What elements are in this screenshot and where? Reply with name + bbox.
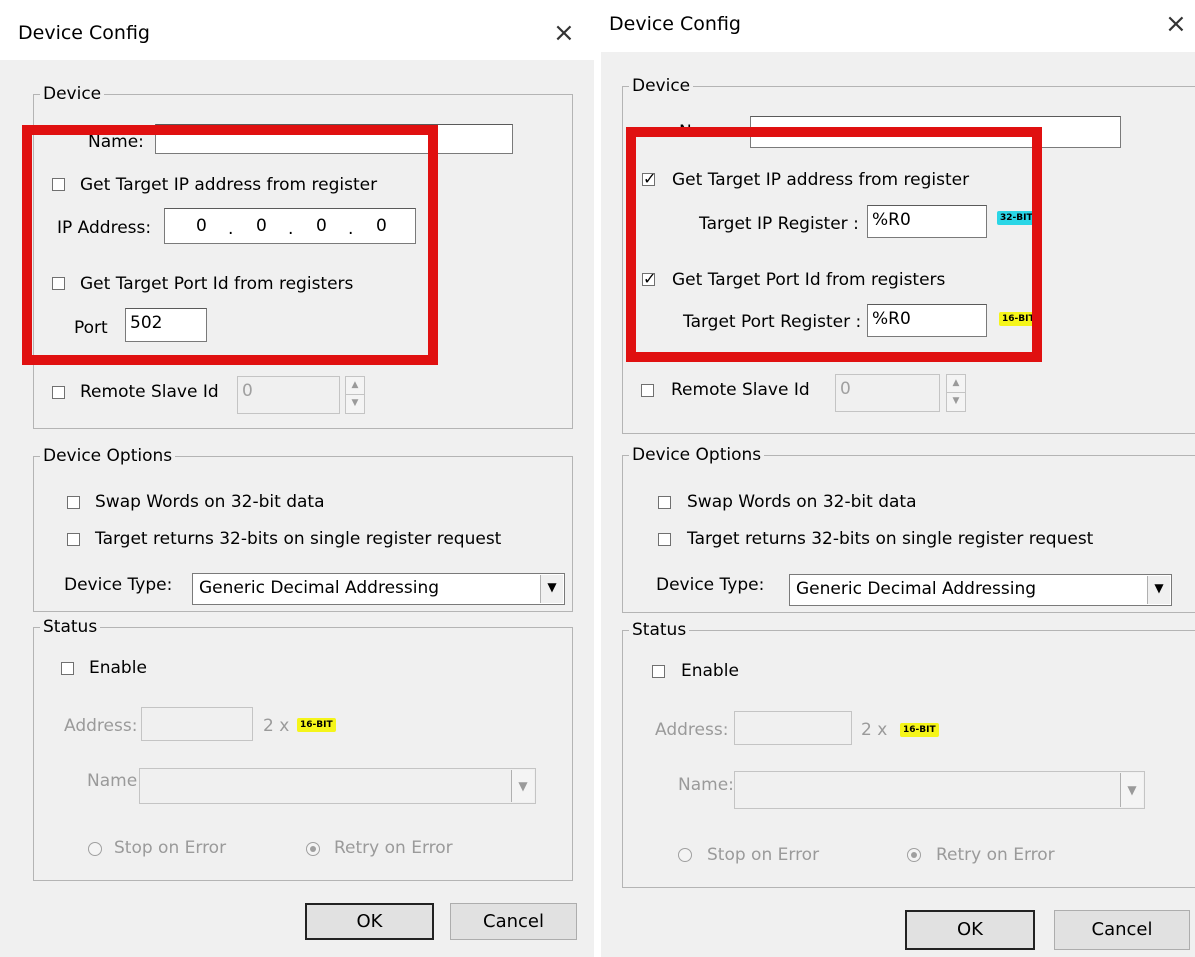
dialog-title: Device Config [609, 13, 741, 35]
ok-button[interactable]: OK [305, 903, 434, 940]
device-config-dialog-left: Device Config × Device Name: Get Target … [0, 0, 594, 957]
spin-up-icon[interactable]: ▲ [947, 375, 965, 393]
close-icon[interactable]: × [1165, 11, 1187, 37]
cancel-button[interactable]: Cancel [450, 903, 577, 940]
device-config-dialog-right: Device Config × Device Name: ✓ Get Targe… [601, 0, 1195, 957]
spin-down-icon[interactable]: ▼ [346, 395, 364, 413]
device-options-legend: Device Options [632, 445, 762, 465]
stop-on-error-radio[interactable] [678, 848, 692, 862]
remote-slave-input[interactable]: 0 [835, 374, 940, 412]
device-type-select[interactable]: Generic Decimal Addressing ▼ [789, 574, 1172, 606]
status-16bit-badge: 16-BIT [297, 718, 336, 732]
remote-slave-input[interactable]: 0 [237, 376, 340, 414]
device-type-select[interactable]: Generic Decimal Addressing ▼ [192, 573, 565, 605]
dropdown-arrow-icon[interactable]: ▼ [1147, 576, 1170, 604]
status-address-input[interactable] [734, 711, 852, 745]
dropdown-arrow-icon[interactable]: ▼ [1120, 773, 1143, 807]
remote-slave-spinner[interactable]: ▲ ▼ [946, 374, 966, 412]
stop-on-error-label: Stop on Error [114, 838, 227, 858]
device-type-value: Generic Decimal Addressing [796, 579, 1037, 599]
highlight-box [22, 125, 438, 365]
swap-words-label: Swap Words on 32-bit data [95, 492, 325, 512]
dialog-title: Device Config [18, 22, 150, 44]
stop-on-error-radio[interactable] [88, 842, 102, 856]
status-legend: Status [43, 617, 98, 637]
highlight-box [626, 127, 1042, 362]
status-name-label: Name: [678, 775, 734, 795]
remote-slave-checkbox[interactable] [52, 386, 65, 399]
device-legend: Device [632, 76, 691, 96]
retry-on-error-label: Retry on Error [936, 845, 1055, 865]
status-address-input[interactable] [141, 707, 253, 741]
status-enable-checkbox[interactable] [652, 665, 665, 678]
remote-slave-checkbox[interactable] [641, 384, 654, 397]
status-multiplier: 2 x [263, 716, 290, 736]
dropdown-arrow-icon[interactable]: ▼ [540, 575, 563, 603]
status-name-select[interactable]: ▼ [734, 771, 1145, 809]
remote-slave-spinner[interactable]: ▲ ▼ [345, 376, 365, 414]
spin-up-icon[interactable]: ▲ [346, 377, 364, 395]
status-name-select[interactable]: ▼ [139, 768, 536, 804]
retry-on-error-radio[interactable] [907, 848, 921, 862]
remote-slave-label: Remote Slave Id [80, 382, 219, 402]
retry-on-error-label: Retry on Error [334, 838, 453, 858]
cancel-button[interactable]: Cancel [1054, 910, 1190, 950]
device-legend: Device [43, 84, 102, 104]
status-enable-checkbox[interactable] [61, 662, 74, 675]
target-returns-label: Target returns 32-bits on single registe… [95, 529, 502, 549]
swap-words-checkbox[interactable] [67, 496, 80, 509]
status-legend: Status [632, 620, 687, 640]
target-returns-checkbox[interactable] [658, 533, 671, 546]
swap-words-checkbox[interactable] [658, 496, 671, 509]
close-icon[interactable]: × [553, 20, 575, 46]
target-returns-checkbox[interactable] [67, 533, 80, 546]
stop-on-error-label: Stop on Error [707, 845, 820, 865]
status-address-label: Address: [655, 720, 729, 740]
status-enable-label: Enable [89, 658, 147, 678]
swap-words-label: Swap Words on 32-bit data [687, 492, 917, 512]
status-multiplier: 2 x [861, 720, 888, 740]
dropdown-arrow-icon[interactable]: ▼ [511, 770, 534, 802]
status-address-label: Address: [64, 716, 138, 736]
device-options-legend: Device Options [43, 446, 173, 466]
status-enable-label: Enable [681, 661, 739, 681]
spin-down-icon[interactable]: ▼ [947, 393, 965, 411]
status-name-label: Name: [87, 771, 143, 791]
device-type-value: Generic Decimal Addressing [199, 578, 440, 598]
ok-button[interactable]: OK [905, 910, 1035, 950]
device-type-label: Device Type: [656, 575, 765, 595]
remote-slave-label: Remote Slave Id [671, 380, 810, 400]
status-16bit-badge: 16-BIT [900, 723, 939, 737]
target-returns-label: Target returns 32-bits on single registe… [687, 529, 1094, 549]
retry-on-error-radio[interactable] [306, 842, 320, 856]
device-type-label: Device Type: [64, 575, 173, 595]
